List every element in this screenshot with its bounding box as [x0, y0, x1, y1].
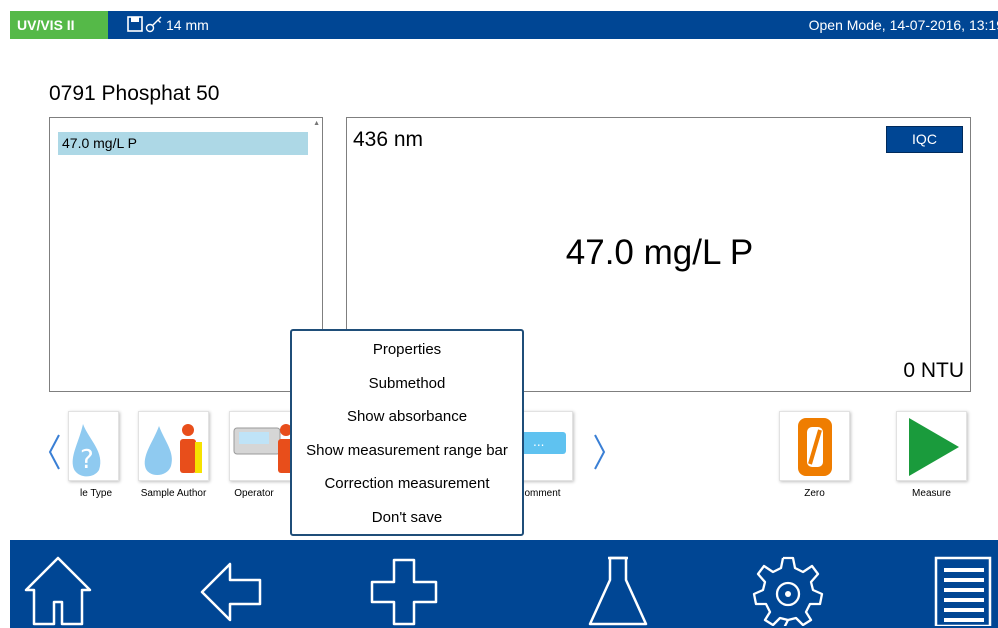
instrument-badge: UV/VIS II [10, 11, 108, 39]
measure-icon [909, 418, 959, 476]
save-icon [127, 16, 143, 32]
tile-label: Sample Author [140, 488, 207, 499]
list-item[interactable]: 47.0 mg/L P [58, 132, 308, 155]
tile-label: Zero [804, 488, 825, 499]
context-menu: Properties Submethod Show absorbance Sho… [290, 329, 524, 536]
turbidity-value: 0 NTU [903, 359, 964, 382]
cuvette-size: 14 mm [166, 17, 209, 33]
wavelength-label: 436 nm [353, 128, 424, 151]
bottom-navigation [10, 540, 998, 628]
iqc-button[interactable]: IQC [886, 126, 963, 153]
flask-icon[interactable] [582, 550, 654, 626]
menu-icon[interactable] [926, 550, 998, 626]
chevron-left-icon[interactable] [46, 432, 64, 472]
sample-author-button[interactable] [138, 411, 209, 481]
zero-button[interactable] [779, 411, 850, 481]
tile-label: omment [524, 488, 561, 499]
menu-item-show-range-bar[interactable]: Show measurement range bar [292, 434, 522, 468]
method-title: 0791 Phosphat 50 [49, 82, 220, 105]
sample-author-icon [144, 424, 202, 475]
results-list[interactable]: ▲ 47.0 mg/L P [49, 117, 323, 392]
plus-icon[interactable] [368, 550, 440, 626]
zero-icon [798, 418, 832, 476]
sample-type-button[interactable]: ? [68, 411, 119, 481]
back-icon[interactable] [196, 550, 268, 626]
status-bar: UV/VIS II 14 mm Open Mode, 14-07-2016, 1… [10, 11, 998, 39]
tile-label: Measure [912, 488, 951, 499]
menu-item-show-absorbance[interactable]: Show absorbance [292, 400, 522, 434]
scroll-up-icon[interactable]: ▲ [313, 120, 320, 127]
menu-item-correction-measurement[interactable]: Correction measurement [292, 467, 522, 501]
measure-button[interactable] [896, 411, 967, 481]
svg-text:?: ? [80, 445, 94, 475]
menu-item-submethod[interactable]: Submethod [292, 367, 522, 401]
tile-label: Operator [234, 488, 274, 499]
menu-item-dont-save[interactable]: Don't save [292, 501, 522, 535]
chevron-right-icon[interactable] [590, 432, 608, 472]
settings-icon[interactable] [752, 550, 824, 626]
mode-date-text: Open Mode, 14-07-2016, 13:19 [808, 17, 998, 33]
sample-type-icon: ? [72, 424, 101, 477]
key-icon [145, 16, 162, 33]
menu-item-properties[interactable]: Properties [292, 333, 522, 367]
home-icon[interactable] [22, 550, 94, 626]
svg-text:...: ... [533, 435, 544, 449]
tile-label: le Type [79, 488, 113, 499]
measurement-value: 47.0 mg/L P [565, 233, 754, 272]
